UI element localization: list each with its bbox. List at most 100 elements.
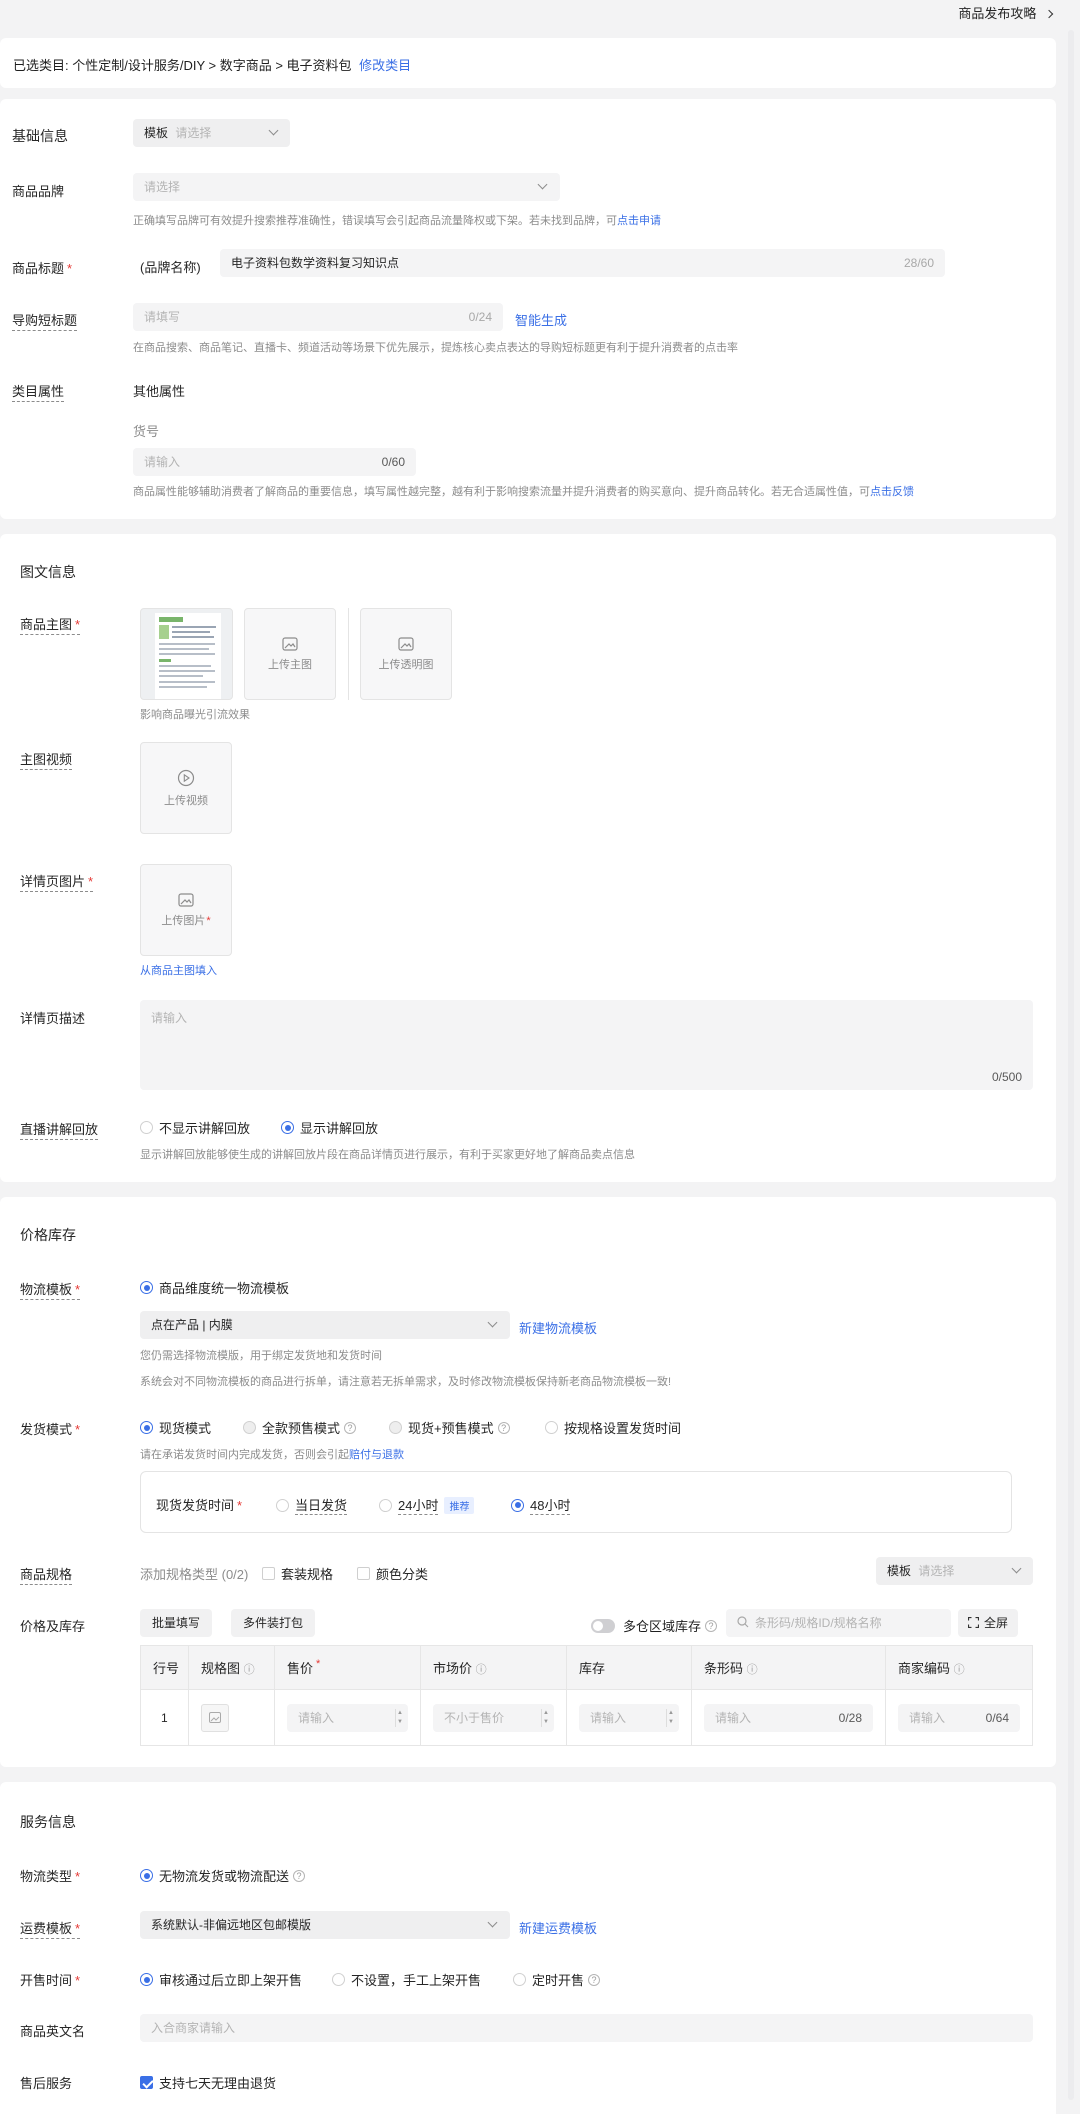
image-icon — [209, 1712, 221, 1723]
help-icon[interactable]: ? — [705, 1619, 718, 1632]
item-no-label: 货号 — [133, 424, 160, 439]
radio-circle-selected — [140, 1421, 153, 1434]
main-video-label: 主图视频 — [20, 749, 73, 770]
upload-main-image-button[interactable]: 上传主图 — [244, 608, 336, 700]
col-header-barcode: 条形码 ⓘ — [691, 1645, 886, 1690]
english-name-input[interactable]: 入合商家请输入 — [140, 2014, 1033, 2042]
radio-scheduled-sale[interactable]: 定时开售? — [513, 1970, 601, 1989]
info-icon[interactable]: ⓘ — [244, 1664, 255, 1676]
sale-time-label: 开售时间 * — [20, 1973, 81, 1988]
sku-search-placeholder: 条形码/规格ID/规格名称 — [755, 1616, 882, 1630]
fullscreen-icon — [967, 1616, 980, 1629]
modify-category-link[interactable]: 修改类目 — [359, 58, 411, 73]
fullscreen-button[interactable]: 全屏 — [958, 1609, 1019, 1637]
play-icon — [177, 769, 195, 786]
check-seven-day-return[interactable]: 支持七天无理由退货 — [140, 2073, 276, 2092]
radio-spot-mode[interactable]: 现货模式 — [140, 1418, 211, 1437]
publish-guide-link[interactable]: 商品发布攻略 — [958, 3, 1054, 22]
barcode-cell: 请输入 0/28 — [691, 1689, 886, 1746]
image-icon — [398, 636, 414, 651]
upload-detail-image-button[interactable]: 上传图片* — [140, 864, 232, 956]
multi-region-toggle[interactable]: 多仓区域库存? — [591, 1616, 718, 1635]
short-title-hint: 在商品搜索、商品笔记、直播卡、频道活动等场景下优先展示，提炼核心卖点表达的导购短… — [133, 342, 738, 354]
page-scrollbar[interactable] — [1068, 30, 1074, 2100]
help-icon[interactable]: ? — [588, 1973, 601, 1986]
upload-video-button[interactable]: 上传视频 — [140, 742, 232, 834]
upload-video-label: 上传视频 — [164, 794, 208, 807]
info-icon[interactable]: ⓘ — [476, 1664, 487, 1676]
info-icon[interactable]: ⓘ — [747, 1664, 758, 1676]
stepper-icon[interactable]: ▲ ▼ — [395, 1708, 404, 1727]
brand-label: 商品品牌 — [12, 184, 65, 199]
item-no-input[interactable]: 请输入 0/60 — [133, 448, 416, 476]
help-icon[interactable]: ? — [344, 1421, 357, 1434]
radio-hide-replay[interactable]: 不显示讲解回放 — [140, 1118, 250, 1137]
radio-manual-sale[interactable]: 不设置，手工上架开售 — [332, 1970, 481, 1989]
upload-transparent-image-button[interactable]: 上传透明图 — [360, 608, 452, 700]
fill-from-main-link[interactable]: 从商品主图填入 — [140, 962, 217, 978]
live-replay-hint: 显示讲解回放能够使生成的讲解回放片段在商品详情页进行展示，有利于买家更好地了解商… — [140, 1149, 635, 1161]
table-row: 1 请输入 ▲ ▼ 不小于售价 ▲ ▼ 请输入 ▲ ▼ 请输入 0/28 请输入 0/64 — [140, 1689, 1033, 1746]
brand-select[interactable]: 请选择 — [133, 173, 560, 201]
col-header-market-price: 市场价 ⓘ — [420, 1645, 567, 1690]
add-spec-type[interactable]: 添加规格类型 (0/2) — [140, 1564, 248, 1583]
main-image-hint: 影响商品曝光引流效果 — [140, 709, 250, 721]
info-icon[interactable]: ⓘ — [954, 1664, 965, 1676]
brand-placeholder: 请选择 — [144, 180, 181, 194]
apply-brand-link[interactable]: 点击申请 — [617, 215, 661, 227]
image-icon — [178, 892, 194, 907]
short-title-input[interactable]: 请填写 0/24 — [133, 303, 503, 331]
help-icon[interactable]: ? — [293, 1869, 306, 1882]
market-price-cell: 不小于售价 ▲ ▼ — [420, 1689, 567, 1746]
sku-table: 行号 规格图 ⓘ 售价 * 市场价 ⓘ 库存 条形码 ⓘ 商家编码 ⓘ 1 请输入… — [140, 1645, 1033, 1746]
ai-generate-link[interactable]: 智能生成 — [515, 310, 567, 329]
item-no-placeholder: 请输入 — [144, 455, 181, 469]
radio-same-day[interactable]: 当日发货 — [276, 1495, 348, 1515]
price-input[interactable]: 请输入 ▲ ▼ — [287, 1703, 408, 1732]
barcode-input[interactable]: 请输入 0/28 — [704, 1703, 873, 1732]
spec-image-upload[interactable] — [201, 1703, 229, 1732]
toggle-switch[interactable] — [591, 1618, 615, 1633]
radio-by-spec-mode[interactable]: 按规格设置发货时间 — [545, 1418, 681, 1437]
template-select[interactable]: 模板 请选择 — [133, 119, 290, 147]
new-logistics-template-link[interactable]: 新建物流模板 — [519, 1318, 597, 1337]
after-sale-label: 售后服务 — [20, 2076, 73, 2091]
help-icon[interactable]: ? — [497, 1421, 510, 1434]
other-attrs-label: 其他属性 — [133, 384, 186, 399]
spec-template-select[interactable]: 模板 请选择 — [876, 1557, 1033, 1585]
check-color-spec[interactable]: 颜色分类 — [357, 1564, 428, 1583]
new-freight-template-link[interactable]: 新建运费模板 — [519, 1918, 597, 1937]
feedback-link[interactable]: 点击反馈 — [870, 486, 914, 498]
radio-mixed-mode[interactable]: 现货+预售模式? — [389, 1418, 510, 1437]
radio-presale-mode[interactable]: 全款预售模式? — [243, 1418, 357, 1437]
radio-show-replay[interactable]: 显示讲解回放 — [281, 1118, 378, 1137]
merchant-code-input[interactable]: 请输入 0/64 — [898, 1703, 1020, 1732]
section-title-basic: 基础信息 — [12, 128, 68, 144]
bundle-button[interactable]: 多件装打包 — [231, 1609, 316, 1637]
batch-fill-button[interactable]: 批量填写 — [140, 1609, 213, 1637]
sku-search-input[interactable]: 条形码/规格ID/规格名称 — [726, 1609, 951, 1637]
check-set-spec[interactable]: 套装规格 — [262, 1564, 333, 1583]
radio-unified-logistics[interactable]: 商品维度统一物流模板 — [140, 1278, 289, 1297]
checkbox — [262, 1567, 275, 1580]
logistics-template-select[interactable]: 点在产品 | 内膜 — [140, 1311, 510, 1339]
chevron-down-icon — [537, 179, 548, 190]
radio-circle — [243, 1421, 256, 1434]
radio-24h[interactable]: 24小时 推荐 — [379, 1495, 475, 1515]
stepper-icon[interactable]: ▲ ▼ — [666, 1708, 675, 1727]
col-header-stock: 库存 — [566, 1645, 692, 1690]
freight-template-select[interactable]: 系统默认-非偏远地区包邮模版 — [140, 1911, 510, 1939]
stock-input[interactable]: 请输入 ▲ ▼ — [579, 1703, 679, 1732]
short-title-label: 导购短标题 — [12, 310, 78, 331]
template-placeholder: 请选择 — [175, 126, 212, 140]
main-image-thumbnail[interactable] — [140, 608, 233, 700]
compensation-link[interactable]: 赔付与退款 — [349, 1449, 404, 1461]
product-title-input[interactable]: 电子资料包数学资料复习知识点 28/60 — [220, 249, 945, 277]
market-price-input[interactable]: 不小于售价 ▲ ▼ — [433, 1703, 554, 1732]
brand-name-prefix: (品牌名称) — [140, 260, 201, 275]
radio-sale-after-review[interactable]: 审核通过后立即上架开售 — [140, 1970, 302, 1989]
detail-desc-textarea[interactable]: 请输入 0/500 — [140, 1000, 1033, 1090]
radio-no-logistics[interactable]: 无物流发货或物流配送? — [140, 1866, 306, 1885]
radio-48h[interactable]: 48小时 — [511, 1495, 571, 1515]
stepper-icon[interactable]: ▲ ▼ — [541, 1708, 550, 1727]
